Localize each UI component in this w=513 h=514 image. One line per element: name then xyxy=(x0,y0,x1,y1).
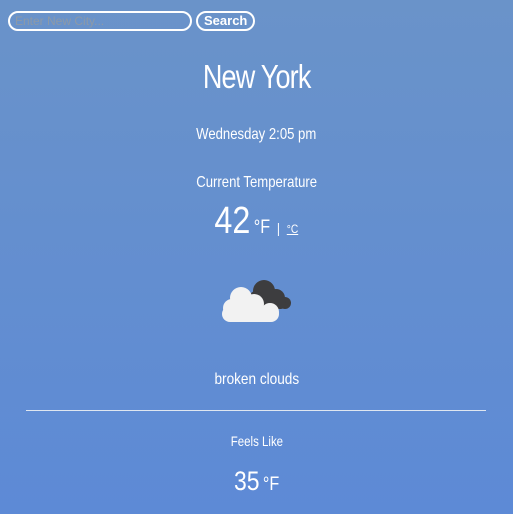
celsius-toggle-link[interactable]: °C xyxy=(287,222,298,236)
feels-like-label-container: Feels Like xyxy=(0,433,513,449)
search-bar: Search xyxy=(8,11,256,31)
fahrenheit-unit: °F xyxy=(253,217,271,238)
search-button[interactable]: Search xyxy=(196,11,256,31)
current-temperature-label-container: Current Temperature xyxy=(0,174,513,192)
weather-description-container: broken clouds xyxy=(0,371,513,389)
datetime-container: Wednesday 2:05 pm xyxy=(0,126,513,144)
current-datetime: Wednesday 2:05 pm xyxy=(196,126,317,143)
feels-like-temperature: 35 °F xyxy=(0,466,513,497)
feels-like-value: 35 xyxy=(233,466,260,496)
feels-like-label: Feels Like xyxy=(230,433,283,449)
city-name-container: New York xyxy=(0,58,513,96)
current-temperature-label: Current Temperature xyxy=(196,174,317,191)
temperature-value: 42 xyxy=(214,200,251,242)
weather-description: broken clouds xyxy=(214,371,299,388)
feels-like-unit: °F xyxy=(262,474,280,495)
unit-separator: | xyxy=(277,220,281,236)
divider xyxy=(26,410,486,411)
city-name: New York xyxy=(202,58,312,95)
city-search-input[interactable] xyxy=(8,11,192,31)
broken-clouds-icon xyxy=(222,280,291,322)
current-temperature: 42 °F | °C xyxy=(0,200,513,243)
